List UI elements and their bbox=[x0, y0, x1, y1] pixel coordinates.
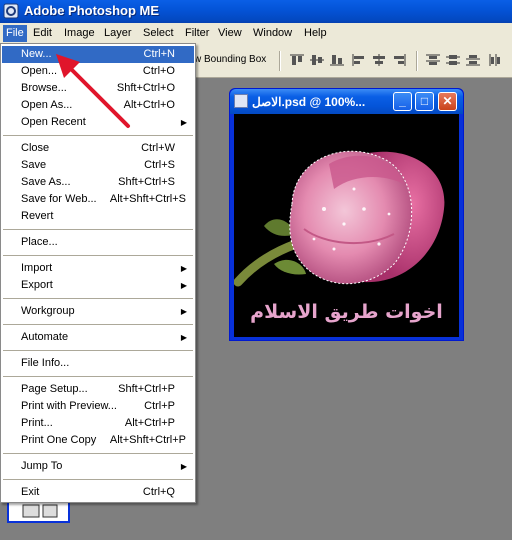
annotation-arrow-icon bbox=[56, 54, 130, 128]
file-menu-item-import[interactable]: Import ▶ bbox=[2, 260, 194, 277]
document-icon bbox=[234, 94, 248, 108]
menu-separator bbox=[3, 479, 193, 480]
file-menu-item-workgroup[interactable]: Workgroup ▶ bbox=[2, 303, 194, 320]
distribute-bottom-icon[interactable] bbox=[465, 53, 481, 67]
distribute-top-icon[interactable] bbox=[425, 53, 441, 67]
file-menu-item-save-as[interactable]: Save As... Shft+Ctrl+S bbox=[2, 174, 194, 191]
photoshop-app-icon bbox=[3, 3, 19, 19]
align-right-icon[interactable] bbox=[391, 53, 407, 67]
file-menu-item-print-with-preview[interactable]: Print with Preview... Ctrl+P bbox=[2, 398, 194, 415]
align-hcenter-icon[interactable] bbox=[371, 53, 387, 67]
maximize-button[interactable]: □ bbox=[415, 92, 434, 111]
menu-separator bbox=[3, 229, 193, 230]
menu-window[interactable]: Window bbox=[250, 25, 295, 42]
file-menu-item-automate[interactable]: Automate ▶ bbox=[2, 329, 194, 346]
maximize-icon: □ bbox=[420, 94, 429, 108]
menu-separator bbox=[3, 255, 193, 256]
file-menu-item-save-for-web[interactable]: Save for Web... Alt+Shft+Ctrl+S bbox=[2, 191, 194, 208]
thumbnail-icon bbox=[22, 504, 58, 518]
submenu-arrow-icon: ▶ bbox=[180, 281, 187, 290]
file-menu-item-jump-to[interactable]: Jump To ▶ bbox=[2, 458, 194, 475]
document-title: الاصل.psd @ 100%... bbox=[252, 95, 366, 109]
submenu-arrow-icon: ▶ bbox=[180, 333, 187, 342]
menu-separator bbox=[3, 376, 193, 377]
submenu-arrow-icon: ▶ bbox=[180, 462, 187, 471]
file-menu-item-save[interactable]: Save Ctrl+S bbox=[2, 157, 194, 174]
submenu-arrow-icon: ▶ bbox=[180, 307, 187, 316]
minimize-button[interactable]: _ bbox=[393, 92, 412, 111]
menu-help[interactable]: Help bbox=[301, 25, 330, 42]
options-separator bbox=[416, 51, 418, 71]
file-menu-item-close[interactable]: Close Ctrl+W bbox=[2, 140, 194, 157]
menu-separator bbox=[3, 453, 193, 454]
menu-view[interactable]: View bbox=[215, 25, 245, 42]
file-menu-item-exit[interactable]: Exit Ctrl+Q bbox=[2, 484, 194, 501]
file-menu-item-export[interactable]: Export ▶ bbox=[2, 277, 194, 294]
submenu-arrow-icon: ▶ bbox=[180, 264, 187, 273]
align-left-icon[interactable] bbox=[351, 53, 367, 67]
submenu-arrow-icon: ▶ bbox=[180, 118, 187, 127]
file-menu-item-print-one-copy[interactable]: Print One Copy Alt+Shft+Ctrl+P bbox=[2, 432, 194, 449]
menu-image[interactable]: Image bbox=[61, 25, 98, 42]
file-menu-item-revert[interactable]: Revert bbox=[2, 208, 194, 225]
menu-bar: File Edit Image Layer Select Filter View… bbox=[0, 23, 512, 43]
menu-separator bbox=[3, 324, 193, 325]
close-icon: ✕ bbox=[442, 94, 453, 108]
distribute-left-icon[interactable] bbox=[487, 53, 503, 67]
file-menu-item-place[interactable]: Place... bbox=[2, 234, 194, 251]
options-separator bbox=[279, 51, 281, 71]
distribute-vcenter-icon[interactable] bbox=[445, 53, 461, 67]
menu-layer[interactable]: Layer bbox=[101, 25, 135, 42]
file-menu-item-file-info[interactable]: File Info... bbox=[2, 355, 194, 372]
document-titlebar[interactable]: الاصل.psd @ 100%... _ □ ✕ bbox=[230, 89, 463, 114]
file-menu-item-print[interactable]: Print... Alt+Ctrl+P bbox=[2, 415, 194, 432]
document-canvas[interactable]: اخوات طريق الاسلام bbox=[234, 114, 459, 337]
show-bounding-box-label[interactable]: w Bounding Box bbox=[194, 54, 266, 65]
align-bottom-icon[interactable] bbox=[329, 53, 345, 67]
document-window[interactable]: الاصل.psd @ 100%... _ □ ✕ اخوات طريق الا… bbox=[229, 88, 464, 341]
menu-file[interactable]: File bbox=[3, 25, 27, 42]
app-titlebar: Adobe Photoshop ME bbox=[0, 0, 512, 23]
minimize-icon: _ bbox=[399, 94, 406, 108]
menu-edit[interactable]: Edit bbox=[30, 25, 55, 42]
close-button[interactable]: ✕ bbox=[438, 92, 457, 111]
app-title: Adobe Photoshop ME bbox=[24, 3, 160, 18]
file-menu-item-page-setup[interactable]: Page Setup... Shft+Ctrl+P bbox=[2, 381, 194, 398]
menu-select[interactable]: Select bbox=[140, 25, 177, 42]
align-vcenter-icon[interactable] bbox=[309, 53, 325, 67]
menu-separator bbox=[3, 298, 193, 299]
menu-filter[interactable]: Filter bbox=[182, 25, 212, 42]
align-top-icon[interactable] bbox=[289, 53, 305, 67]
menu-separator bbox=[3, 135, 193, 136]
menu-separator bbox=[3, 350, 193, 351]
image-caption: اخوات طريق الاسلام bbox=[250, 301, 443, 323]
